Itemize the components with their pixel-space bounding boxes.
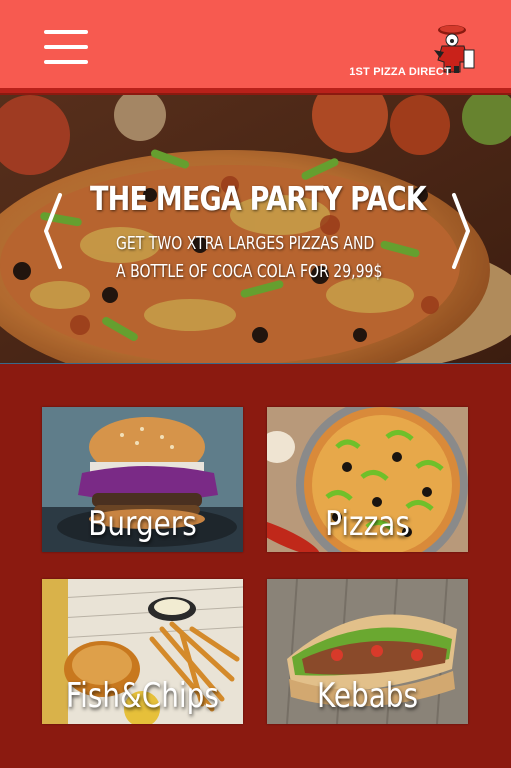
- promo-description-line-1: GET TWO XTRA LARGES PIZZAS AND: [116, 233, 375, 254]
- category-tile-burgers[interactable]: Burgers: [42, 407, 243, 552]
- brand-name: 1ST PIZZA DIRECT: [349, 66, 451, 78]
- category-label-burgers: Burgers: [88, 504, 197, 544]
- app-header: 1ST PIZZA DIRECT: [0, 0, 511, 93]
- promo-description-line-2: A BOTTLE OF COCA COLA FOR 29,99$: [116, 261, 383, 282]
- category-tile-fish-chips[interactable]: Fish&Chips: [42, 579, 243, 724]
- category-tile-kebabs[interactable]: Kebabs: [267, 579, 468, 724]
- chevron-right-icon[interactable]: [448, 191, 474, 271]
- promo-title: THE MEGA PARTY PACK: [90, 179, 427, 218]
- chevron-left-icon[interactable]: [40, 191, 66, 271]
- hamburger-menu-icon[interactable]: [44, 30, 88, 64]
- category-label-fish-chips: Fish&Chips: [66, 676, 219, 716]
- category-label-kebabs: Kebabs: [316, 676, 419, 716]
- promo-banner[interactable]: THE MEGA PARTY PACK GET TWO XTRA LARGES …: [0, 95, 511, 364]
- banner-overlay: [0, 95, 511, 363]
- category-label-pizzas: Pizzas: [325, 504, 410, 544]
- category-tile-pizzas[interactable]: Pizzas: [267, 407, 468, 552]
